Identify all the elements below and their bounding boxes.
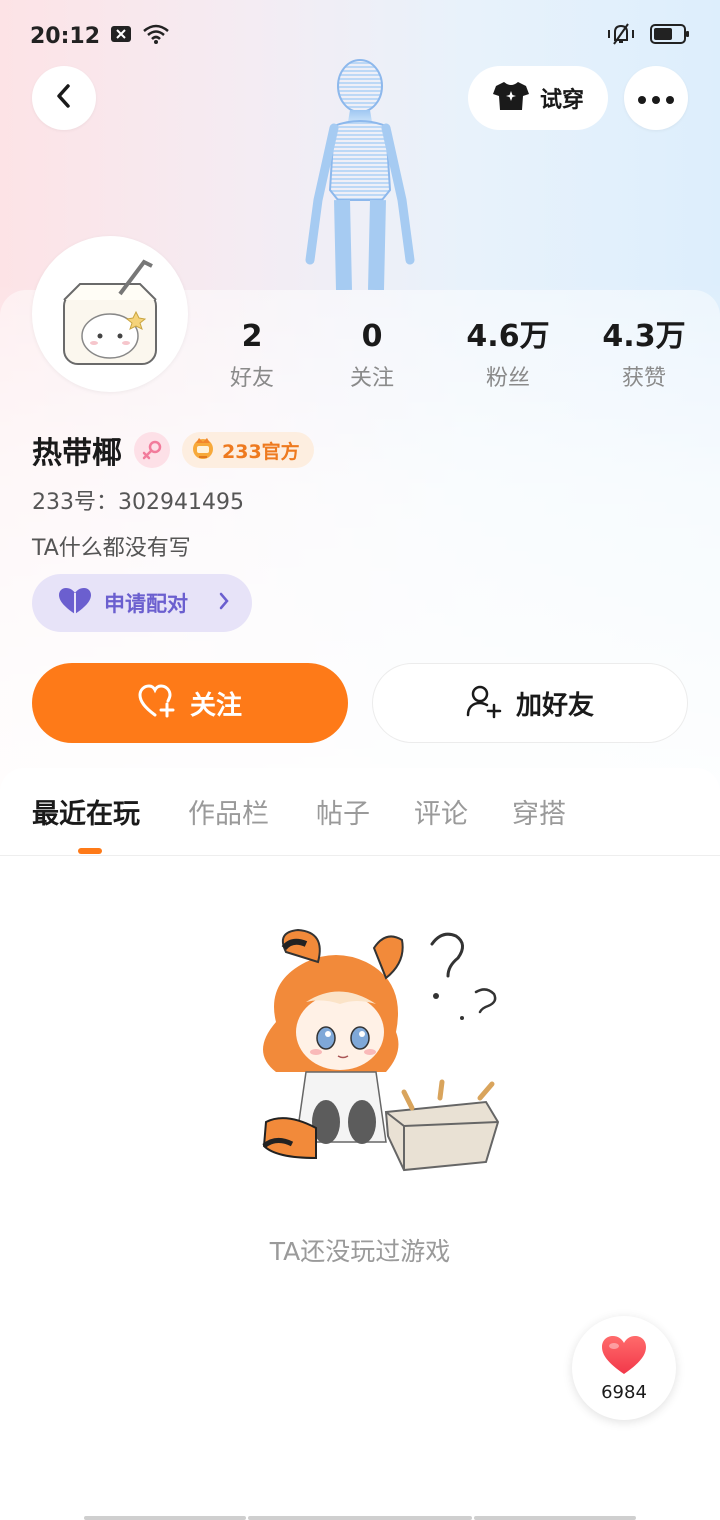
empty-state-text: TA还没玩过游戏 xyxy=(269,1237,451,1266)
request-pair-button[interactable]: 申请配对 xyxy=(32,574,252,632)
user-nickname: 热带椰 xyxy=(32,436,122,471)
add-friend-button[interactable]: 加好友 xyxy=(372,663,688,743)
tshirt-icon xyxy=(492,80,530,116)
tab-recently-played[interactable]: 最近在玩 xyxy=(32,792,140,831)
chevron-left-icon xyxy=(53,83,75,113)
home-indicator-left xyxy=(84,1516,246,1520)
add-friend-label: 加好友 xyxy=(515,690,594,721)
wifi-icon xyxy=(142,23,170,49)
user-id: 233号：302941495 xyxy=(32,490,244,515)
tab-works[interactable]: 作品栏 xyxy=(188,792,269,831)
stat-value: 4.3万 xyxy=(602,319,686,354)
stat-following[interactable]: 0 关注 xyxy=(312,318,432,392)
official-badge: 233官方 xyxy=(182,432,314,468)
tab-comments[interactable]: 评论 xyxy=(414,792,468,831)
home-indicator-center[interactable] xyxy=(248,1516,472,1520)
home-indicator-right xyxy=(474,1516,636,1520)
tab-outfits[interactable]: 穿搭 xyxy=(512,792,566,831)
profile-tabs: 最近在玩 作品栏 帖子 评论 穿搭 xyxy=(0,768,720,856)
more-dots-icon xyxy=(638,89,674,108)
content-panel: 最近在玩 作品栏 帖子 评论 穿搭 TA还没玩过游戏 6984 xyxy=(0,768,720,1520)
more-options-button[interactable] xyxy=(624,66,688,130)
name-row: 热带椰 233官方 xyxy=(32,428,314,472)
official-badge-label: 233官方 xyxy=(222,440,300,463)
heart-icon xyxy=(600,1334,648,1380)
stat-label: 关注 xyxy=(349,366,394,391)
like-count: 6984 xyxy=(601,1381,647,1403)
heart-pair-icon xyxy=(58,587,92,619)
user-bio: TA什么都没有写 xyxy=(32,536,191,561)
battery-icon xyxy=(650,23,690,49)
notification-icon xyxy=(110,25,132,47)
official-crown-icon xyxy=(190,435,216,465)
back-button[interactable] xyxy=(32,66,96,130)
user-avatar[interactable] xyxy=(32,236,188,392)
stat-label: 获赞 xyxy=(621,366,666,391)
follow-button[interactable]: 关注 xyxy=(32,663,348,743)
female-gender-icon xyxy=(134,432,170,468)
stat-value: 2 xyxy=(241,319,263,354)
empty-state-illustration xyxy=(236,922,506,1192)
profile-screen: 20:12 试穿 2 好友 0 关注 4.6万 粉丝 4.3万 获赞 热带椰 2… xyxy=(0,0,720,1520)
stat-label: 好友 xyxy=(229,366,274,391)
try-on-button[interactable]: 试穿 xyxy=(468,66,608,130)
stat-fans[interactable]: 4.6万 粉丝 xyxy=(448,318,568,392)
stat-likes[interactable]: 4.3万 获赞 xyxy=(584,318,704,392)
vibrate-icon xyxy=(606,22,636,50)
profile-stats: 2 好友 0 关注 4.6万 粉丝 4.3万 获赞 xyxy=(190,318,720,398)
request-pair-label: 申请配对 xyxy=(104,592,188,616)
try-on-label: 试穿 xyxy=(539,88,584,113)
active-tab-indicator xyxy=(78,848,102,854)
heart-plus-icon xyxy=(138,684,176,722)
chevron-right-icon xyxy=(218,591,230,615)
follow-label: 关注 xyxy=(189,690,242,721)
like-floating-button[interactable]: 6984 xyxy=(572,1316,676,1420)
coconut-drink-avatar-image xyxy=(63,259,157,365)
stat-value: 0 xyxy=(361,319,383,354)
stat-value: 4.6万 xyxy=(466,319,550,354)
status-time: 20:12 xyxy=(30,23,101,49)
stat-friends[interactable]: 2 好友 xyxy=(192,318,312,392)
stat-label: 粉丝 xyxy=(485,366,530,391)
tab-posts[interactable]: 帖子 xyxy=(316,792,370,831)
avatar-figure-image xyxy=(290,50,430,291)
add-user-icon xyxy=(466,683,502,723)
